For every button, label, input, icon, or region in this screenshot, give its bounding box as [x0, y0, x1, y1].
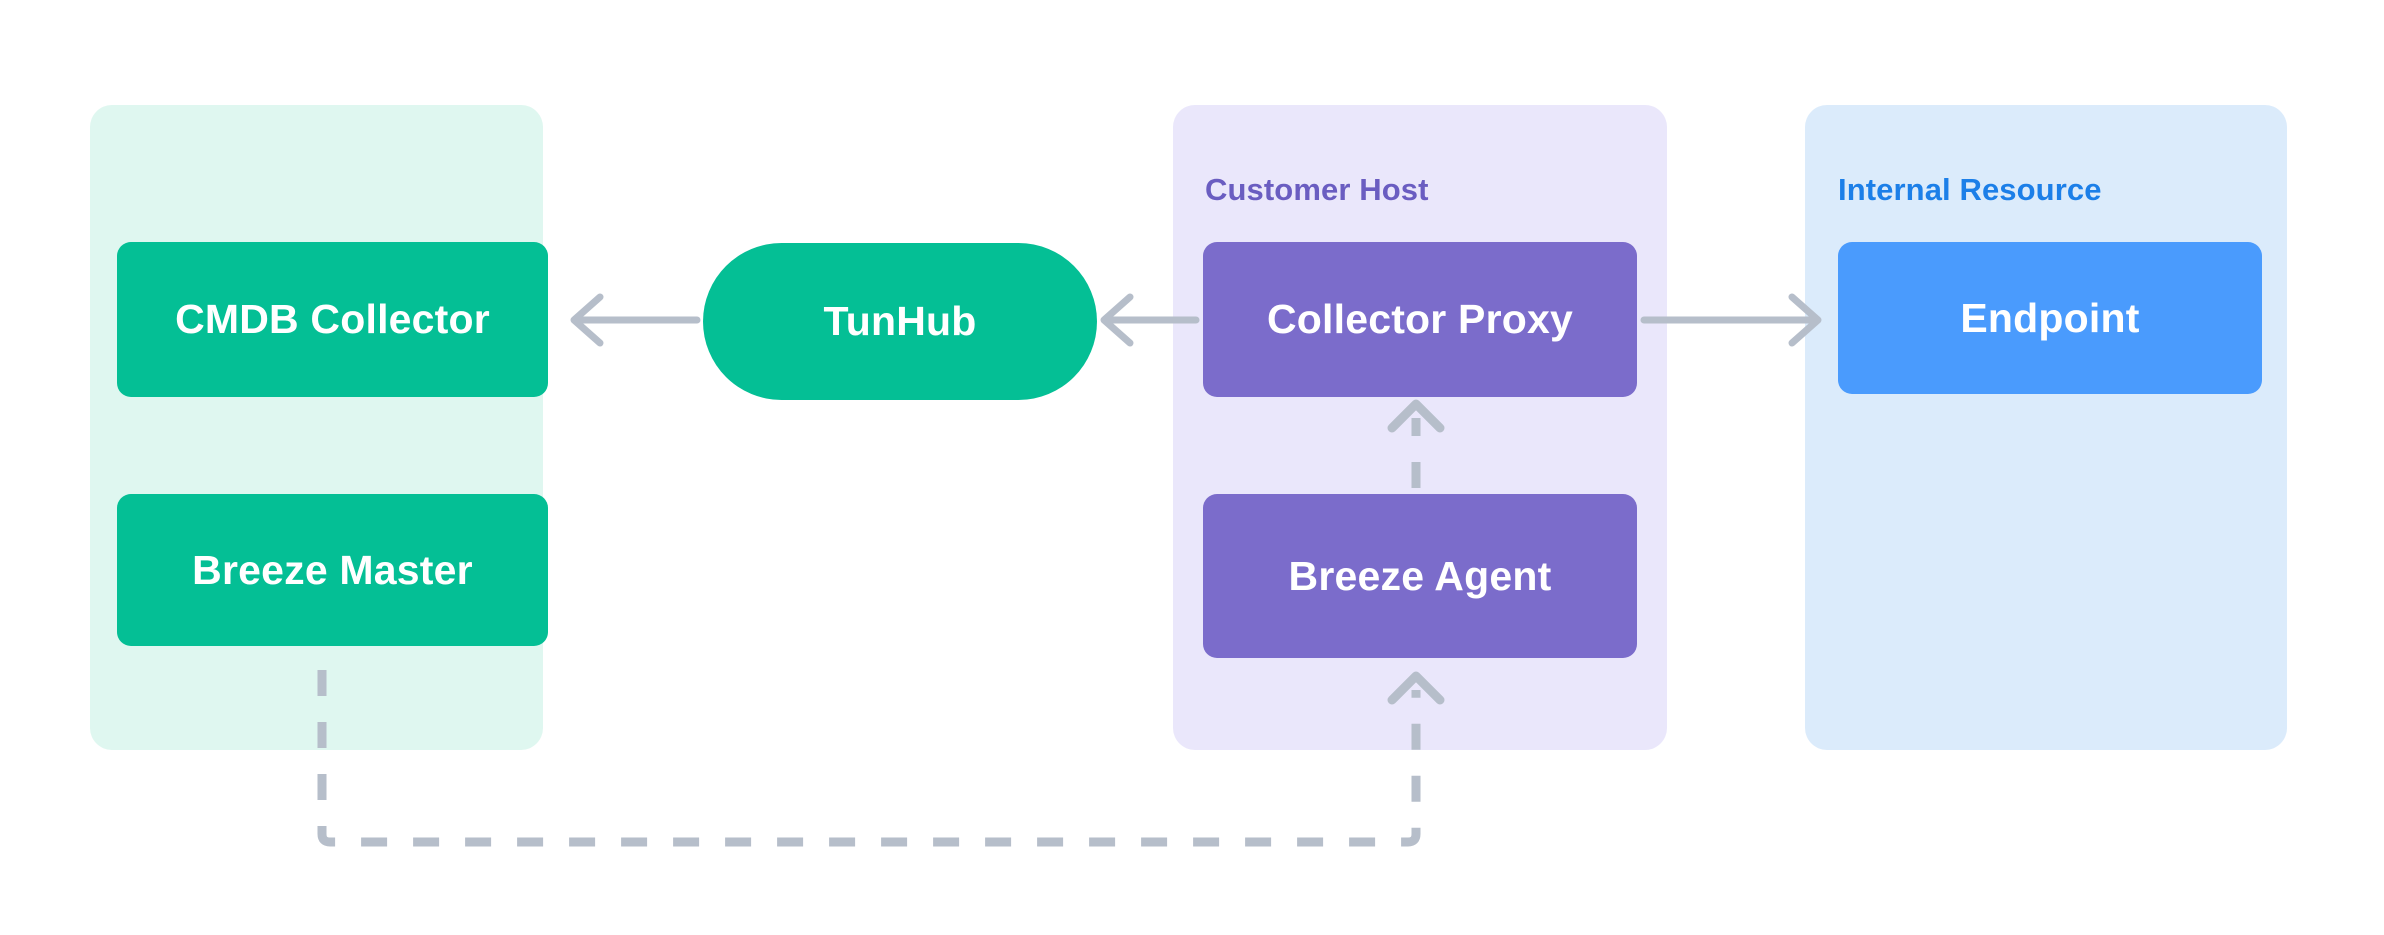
node-breeze-agent[interactable]: Breeze Agent: [1203, 494, 1637, 658]
node-endpoint[interactable]: Endpoint: [1838, 242, 2262, 394]
node-label-endpoint: Endpoint: [1960, 294, 2140, 341]
zone-label-customer-host: Customer Host: [1205, 172, 1429, 207]
connector-collector-proxy-to-endpoint: [1640, 293, 1822, 347]
node-label-collector-proxy: Collector Proxy: [1266, 296, 1574, 342]
connector-tunhub-to-cmdb-collector: [570, 293, 701, 347]
node-tunhub[interactable]: TunHub: [703, 243, 1097, 400]
node-cmdb-collector[interactable]: CMDB Collector: [117, 242, 548, 397]
zone-saas-platform: [90, 105, 543, 750]
node-label-tunhub: TunHub: [823, 298, 977, 344]
node-breeze-master[interactable]: Breeze Master: [117, 494, 548, 646]
node-label-cmdb-collector: CMDB Collector: [175, 296, 490, 342]
node-label-breeze-agent: Breeze Agent: [1288, 552, 1552, 599]
zone-label-internal-resource: Internal Resource: [1838, 172, 2102, 207]
node-label-breeze-master: Breeze Master: [192, 546, 473, 593]
node-collector-proxy[interactable]: Collector Proxy: [1203, 242, 1637, 397]
diagram-canvas: Customer Host Internal Resource CMDB Col…: [0, 0, 2384, 935]
